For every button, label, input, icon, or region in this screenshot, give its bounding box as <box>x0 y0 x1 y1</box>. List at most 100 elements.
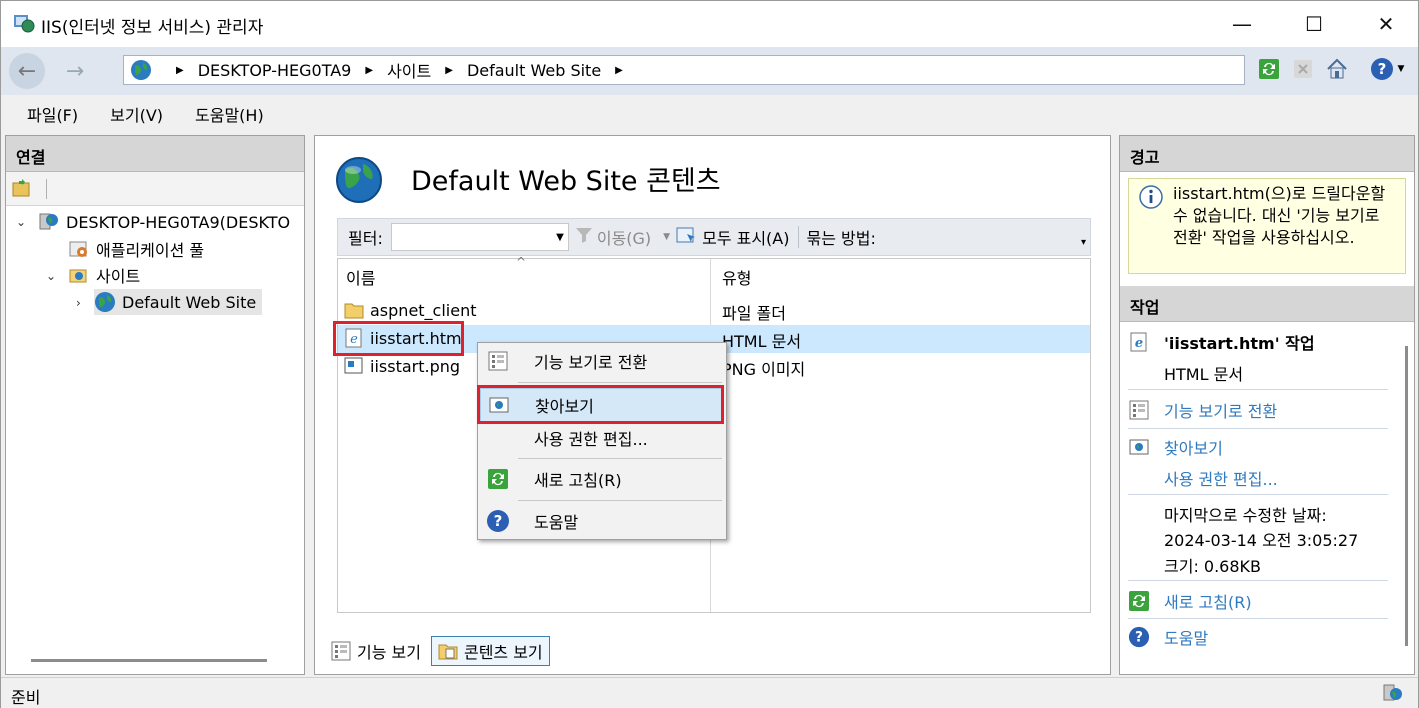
menu-help[interactable]: 도움말(H) <box>195 102 264 126</box>
actions-header: 작업 <box>1120 286 1414 322</box>
tree-item-app-pools[interactable]: 애플리케이션 풀 <box>68 236 204 262</box>
maximize-button[interactable]: ☐ <box>1291 1 1337 47</box>
svg-text:e: e <box>1135 336 1143 351</box>
show-all-button[interactable]: 모두 표시(A) <box>676 225 790 249</box>
action-edit-permissions[interactable]: 사용 권한 편집... <box>1164 466 1278 490</box>
menu-file[interactable]: 파일(F) <box>27 102 78 126</box>
folder-icon <box>344 300 364 320</box>
column-header-type[interactable]: 유형 <box>722 265 751 289</box>
group-by-label[interactable]: 묶는 방법: <box>807 225 876 249</box>
address-bar[interactable]: ▶ DESKTOP-HEG0TA9 ▶ 사이트 ▶ Default Web Si… <box>123 55 1245 85</box>
action-switch-features-view[interactable]: 기능 보기로 전환 <box>1128 398 1277 422</box>
action-browse[interactable]: 찾아보기 <box>1128 435 1223 459</box>
page-title: Default Web Site 콘텐츠 <box>411 166 721 197</box>
warning-message: iisstart.htm(으)로 드릴다운할 수 없습니다. 대신 '기능 보기… <box>1128 178 1406 274</box>
toolbar-overflow-icon[interactable]: ▾ <box>1081 237 1086 248</box>
globe-icon <box>130 59 152 81</box>
breadcrumb-sites[interactable]: 사이트 <box>387 58 431 82</box>
image-icon <box>344 356 364 376</box>
forward-button[interactable]: → <box>57 53 93 89</box>
vertical-scrollbar[interactable] <box>1405 346 1408 646</box>
tab-features-view[interactable]: 기능 보기 <box>325 637 427 665</box>
info-icon <box>1139 185 1163 215</box>
tree-expand-icon[interactable]: › <box>76 296 81 310</box>
help-icon: ? <box>1128 626 1150 648</box>
file-type-text: HTML 문서 <box>1164 365 1244 384</box>
breadcrumb-separator-icon: ▶ <box>365 64 374 76</box>
filter-label: 필터: <box>348 229 383 248</box>
content-view-icon <box>438 641 458 661</box>
modified-value: 2024-03-14 오전 3:05:27 <box>1164 531 1359 550</box>
actions-separator <box>1128 389 1388 390</box>
context-menu-item-refresh[interactable]: 새로 고침(R) <box>480 462 724 496</box>
context-menu: 기능 보기로 전환 찾아보기 사용 권한 편집... 새로 고침(R) ? 도움… <box>477 342 727 540</box>
svg-text:?: ? <box>1135 630 1143 646</box>
menu-view[interactable]: 보기(V) <box>110 102 163 126</box>
features-view-icon <box>331 641 351 661</box>
view-tabs: 기능 보기 콘텐츠 보기 <box>325 636 554 666</box>
tab-content-view[interactable]: 콘텐츠 보기 <box>430 636 550 666</box>
navigation-bar: ← → ▶ DESKTOP-HEG0TA9 ▶ 사이트 ▶ Default We… <box>1 47 1418 95</box>
refresh-icon <box>486 467 510 491</box>
app-pool-icon <box>68 239 90 259</box>
actions-separator <box>1128 580 1388 581</box>
tree-item-default-web-site[interactable]: Default Web Site <box>94 289 263 315</box>
breadcrumb-default-web-site[interactable]: Default Web Site <box>467 61 601 80</box>
actions-panel: 경고 iisstart.htm(으)로 드릴다운할 수 없습니다. 대신 '기능… <box>1119 135 1415 675</box>
new-connection-icon[interactable] <box>12 178 34 202</box>
back-button[interactable]: ← <box>9 53 45 89</box>
action-help[interactable]: ? 도움말 <box>1128 625 1208 649</box>
context-menu-item-help[interactable]: ? 도움말 <box>480 504 724 538</box>
help-dropdown-button[interactable]: ? ▼ <box>1367 57 1407 81</box>
breadcrumb-separator-icon[interactable]: ▶ <box>615 65 623 76</box>
tree-collapse-icon[interactable]: ⌄ <box>46 269 56 283</box>
dropdown-arrow-icon: ▼ <box>663 232 671 242</box>
actions-separator <box>1128 618 1388 619</box>
dropdown-arrow-icon[interactable]: ▼ <box>556 232 564 243</box>
sort-ascending-icon: ^ <box>516 255 527 269</box>
context-menu-separator <box>518 382 722 383</box>
refresh-icon <box>1128 590 1150 612</box>
toolbar-separator <box>46 179 47 199</box>
close-button[interactable]: ✕ <box>1363 1 1409 47</box>
globe-icon <box>94 292 116 312</box>
actions-separator <box>1128 494 1388 495</box>
actions-separator <box>1128 428 1388 429</box>
annotation-highlight-browse <box>477 385 724 424</box>
minimize-button[interactable]: — <box>1219 1 1265 47</box>
move-button[interactable]: 이동(G) ▼ <box>575 225 670 249</box>
column-header-name[interactable]: 이름 <box>346 265 375 289</box>
context-menu-separator <box>518 458 722 459</box>
iis-manager-window: IIS(인터넷 정보 서비스) 관리자 — ☐ ✕ ← → ▶ DESKTOP-… <box>0 0 1419 708</box>
horizontal-scrollbar[interactable] <box>31 659 267 662</box>
back-arrow-icon: ← <box>17 58 37 84</box>
features-view-icon <box>486 349 510 373</box>
tree-collapse-icon[interactable]: ⌄ <box>16 215 26 229</box>
breadcrumb-server[interactable]: DESKTOP-HEG0TA9 <box>198 61 352 80</box>
action-refresh[interactable]: 새로 고침(R) <box>1128 589 1252 613</box>
tree-item-sites[interactable]: 사이트 <box>68 262 140 288</box>
tree-item-server[interactable]: DESKTOP-HEG0TA9(DESKTO <box>38 209 290 235</box>
browse-icon <box>1128 436 1150 458</box>
home-icon[interactable] <box>1325 57 1349 81</box>
window-title: IIS(인터넷 정보 서비스) 관리자 <box>41 18 264 38</box>
iis-app-icon <box>13 13 35 33</box>
file-actions-title: e 'iisstart.htm' 작업 <box>1128 330 1315 354</box>
context-menu-item-features-view[interactable]: 기능 보기로 전환 <box>480 344 724 378</box>
refresh-icon[interactable] <box>1257 57 1281 81</box>
sites-folder-icon <box>68 265 90 285</box>
modified-label: 마지막으로 수정한 날짜: <box>1164 506 1327 525</box>
connections-header: 연결 <box>6 136 304 172</box>
features-view-icon <box>1128 399 1150 421</box>
site-globe-icon <box>335 156 383 204</box>
filter-funnel-icon <box>575 226 593 248</box>
stop-icon[interactable] <box>1291 57 1315 81</box>
forward-arrow-icon: → <box>65 58 85 84</box>
context-menu-item-edit-permissions[interactable]: 사용 권한 편집... <box>480 421 724 455</box>
filter-input[interactable]: ▼ <box>390 223 569 251</box>
breadcrumb-separator-icon: ▶ <box>176 64 184 76</box>
toolbar-separator <box>797 226 799 248</box>
title-bar: IIS(인터넷 정보 서비스) 관리자 — ☐ ✕ <box>1 1 1418 47</box>
svg-text:?: ? <box>1377 60 1386 78</box>
show-all-icon <box>676 225 698 249</box>
